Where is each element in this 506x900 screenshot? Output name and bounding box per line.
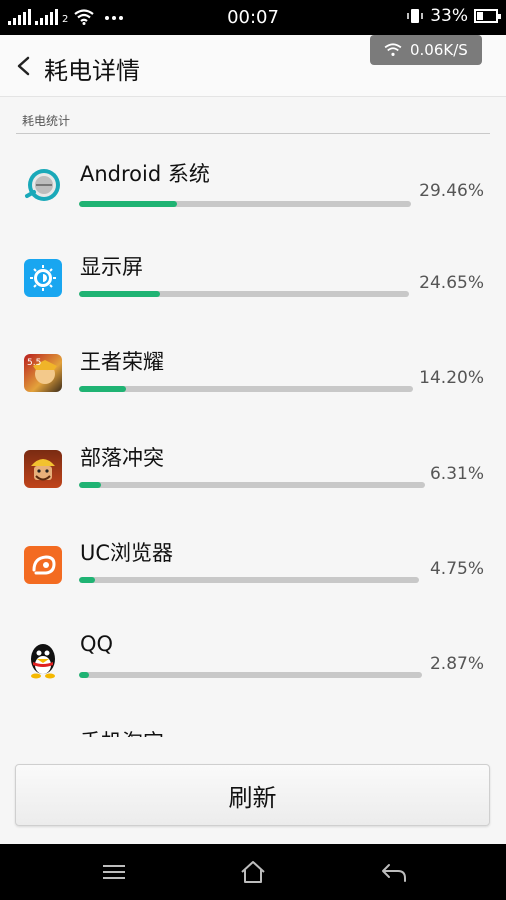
list-item[interactable]: 5.5 王者荣耀 14.20% (0, 332, 506, 428)
back-chevron-icon[interactable] (14, 55, 34, 77)
back-arrow-icon[interactable] (378, 858, 410, 886)
usage-percent: 14.20% (419, 368, 484, 388)
app-name: Android 系统 (80, 162, 210, 186)
usage-bar-fill (79, 201, 177, 207)
vibrate-icon (407, 9, 423, 23)
usage-percent: 2.87% (429, 654, 484, 674)
network-speed-text: 0.06K/S (410, 41, 468, 59)
section-label: 耗电统计 (22, 114, 71, 128)
list-item[interactable]: 手机淘宝 (0, 716, 506, 737)
svg-text:5.5: 5.5 (27, 358, 41, 368)
uc-browser-icon (24, 546, 62, 584)
home-icon[interactable] (237, 858, 269, 886)
app-name: QQ (80, 632, 114, 656)
wifi-icon (384, 43, 402, 56)
status-bar: 2 00:07 33% (0, 0, 506, 35)
battery-icon (474, 9, 501, 23)
menu-icon[interactable] (98, 858, 130, 886)
battery-percent: 33% (430, 6, 468, 26)
usage-percent: 4.75% (429, 559, 484, 579)
list-item[interactable]: 显示屏 24.65% (0, 236, 506, 332)
usage-bar-fill (79, 386, 127, 392)
status-bar-right: 33% (406, 6, 501, 26)
list-item[interactable]: UC浏览器 4.75% (0, 524, 506, 620)
usage-bar (79, 201, 411, 207)
list-item[interactable]: 部落冲突 6.31% (0, 428, 506, 524)
android-system-icon (24, 166, 62, 204)
qq-penguin-icon (24, 641, 62, 679)
list-item[interactable]: QQ 2.87% (0, 620, 506, 716)
app-name: 显示屏 (80, 255, 143, 279)
honor-of-kings-icon: 5.5 (24, 354, 62, 392)
app-name: UC浏览器 (80, 541, 174, 565)
usage-bar-fill (79, 482, 101, 488)
refresh-button[interactable]: 刷新 (15, 764, 490, 826)
usage-bar-fill (79, 672, 89, 678)
usage-bar (79, 386, 413, 392)
app-name: 王者荣耀 (80, 350, 164, 374)
list-item[interactable]: Android 系统 29.46% (0, 140, 506, 236)
usage-percent: 6.31% (429, 464, 484, 484)
navigation-bar (0, 844, 506, 900)
usage-bar (79, 291, 409, 297)
power-usage-list[interactable]: Android 系统 29.46% 显示屏 24.65% 5.5 王者荣耀 14… (0, 134, 506, 737)
usage-bar (79, 482, 425, 488)
usage-percent: 24.65% (419, 273, 484, 293)
clash-of-clans-icon (24, 450, 62, 488)
usage-bar (79, 577, 419, 583)
usage-percent: 29.46% (419, 181, 484, 201)
page-title: 耗电详情 (44, 57, 140, 85)
usage-bar (79, 672, 422, 678)
network-speed-badge: 0.06K/S (370, 35, 482, 65)
usage-bar-fill (79, 577, 96, 583)
app-name: 部落冲突 (80, 446, 164, 470)
usage-bar-fill (79, 291, 161, 297)
app-name: 手机淘宝 (80, 726, 164, 737)
display-brightness-icon (24, 259, 62, 297)
